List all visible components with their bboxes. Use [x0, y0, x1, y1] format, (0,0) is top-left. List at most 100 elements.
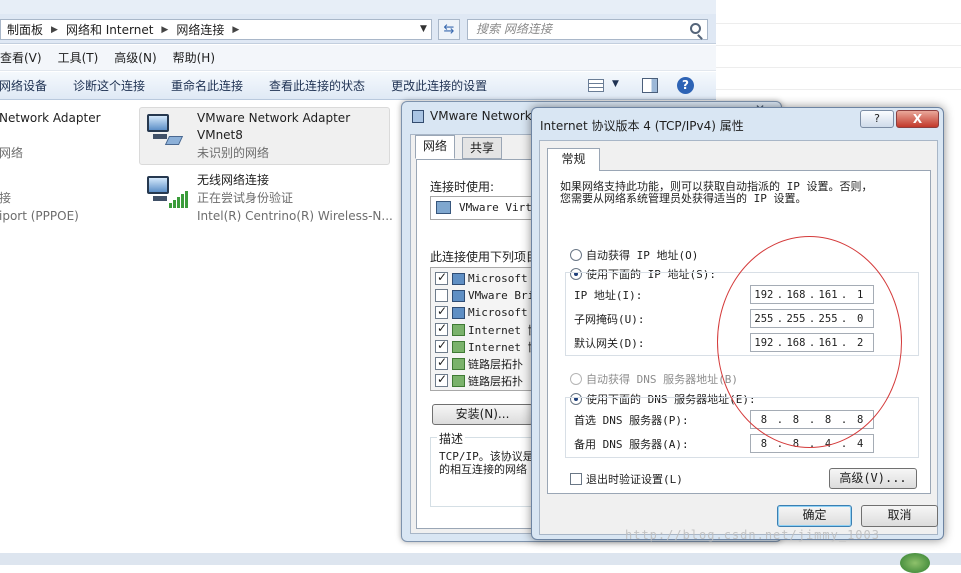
install-button[interactable]: 安装(N)...: [432, 404, 533, 425]
cmd-diagnose[interactable]: 诊断这个连接: [60, 77, 158, 94]
wireless-adapter-icon: [143, 174, 188, 210]
subnet-mask-input[interactable]: 255. 255. 255. 0: [750, 309, 874, 328]
menu-tools[interactable]: 工具(T): [50, 49, 107, 66]
auto-ip-radio[interactable]: 自动获得 IP 地址(O): [570, 247, 698, 263]
chevron-down-icon[interactable]: ▼: [420, 24, 427, 34]
ip-octet: 4: [856, 437, 864, 450]
ip-octet: 8: [824, 413, 832, 426]
checkbox[interactable]: [435, 372, 448, 387]
client-icon: [452, 306, 465, 319]
checkbox[interactable]: [435, 289, 448, 302]
tab-sharing[interactable]: 共享: [462, 137, 503, 159]
general-panel: 如果网络支持此功能，则可以获取自动指派的 IP 设置。否则， 您需要从网络系统管…: [547, 170, 931, 494]
checkbox[interactable]: [435, 304, 448, 319]
radio-button[interactable]: [570, 373, 582, 385]
ip-octet: 8: [792, 437, 800, 450]
breadcrumb[interactable]: 制面板 ▶ 网络和 Internet ▶ 网络连接 ▶: [0, 19, 432, 40]
gateway-label: 默认网关(D):: [574, 337, 645, 350]
view-options-icon[interactable]: [588, 79, 604, 92]
checkbox[interactable]: [435, 338, 448, 353]
ok-button[interactable]: 确定: [777, 505, 852, 527]
radio-label: 自动获得 DNS 服务器地址(B): [586, 373, 738, 386]
list-item[interactable]: Internet 协: [435, 321, 539, 338]
address-bar: 制面板 ▶ 网络和 Internet ▶ 网络连接 ▶ ▼ ⇆ 搜索 网络连接: [0, 14, 716, 44]
cmd-change-settings[interactable]: 更改此连接的设置: [378, 77, 500, 94]
preferred-dns-input[interactable]: 8. 8. 8. 8: [750, 410, 874, 429]
auto-dns-radio[interactable]: 自动获得 DNS 服务器地址(B): [570, 371, 738, 387]
gateway-input[interactable]: 192. 168. 161. 2: [750, 333, 874, 352]
list-item-label: Microsoft: [468, 272, 528, 285]
adapter-status: 正在尝试身份验证: [197, 191, 294, 205]
ip-octet: 161: [818, 288, 838, 301]
breadcrumb-network-internet[interactable]: 网络和 Internet: [62, 21, 157, 38]
search-icon[interactable]: [690, 23, 701, 34]
adapter-name: VMnet8: [197, 128, 243, 142]
preview-pane-icon[interactable]: [642, 78, 658, 93]
checkbox[interactable]: [435, 270, 448, 285]
network-adapter-icon: [143, 112, 184, 148]
tab-networking[interactable]: 网络: [415, 135, 456, 159]
validate-on-exit-checkbox[interactable]: 退出时验证设置(L): [570, 471, 683, 487]
menu-advanced[interactable]: 高级(N): [106, 49, 164, 66]
cancel-button[interactable]: 取消: [861, 505, 938, 527]
list-item-label: Internet 协: [468, 323, 539, 337]
checkbox[interactable]: [435, 321, 448, 336]
chevron-right-icon[interactable]: ▶: [228, 25, 243, 35]
ip-octet: 255: [818, 312, 838, 325]
breadcrumb-control-panel[interactable]: 制面板: [3, 21, 47, 38]
menu-view[interactable]: 查看(V): [0, 49, 50, 66]
ip-octet: 161: [818, 336, 838, 349]
search-input[interactable]: 搜索 网络连接: [467, 19, 708, 40]
dialog-body: 常规 如果网络支持此功能，则可以获取自动指派的 IP 设置。否则， 您需要从网络…: [539, 140, 938, 535]
connect-using-value: VMware Virtu: [459, 201, 539, 214]
list-item-label: 链路层拓扑: [468, 374, 523, 388]
ip-octet: 168: [786, 288, 806, 301]
close-button[interactable]: X: [896, 110, 939, 128]
cmd-view-status[interactable]: 查看此连接的状态: [256, 77, 378, 94]
menu-bar: 查看(V) 工具(T) 高级(N) 帮助(H): [0, 45, 716, 71]
list-item[interactable]: 链路层拓扑: [435, 355, 523, 372]
chevron-right-icon[interactable]: ▶: [47, 25, 62, 35]
protocol-icon: [452, 340, 465, 353]
cmd-disable-device[interactable]: 网络设备: [0, 77, 60, 94]
divider: [716, 89, 961, 90]
advanced-button[interactable]: 高级(V)...: [829, 468, 917, 489]
adapter-title[interactable]: Network Adapter: [0, 110, 101, 127]
ip-octet: 168: [786, 336, 806, 349]
list-item[interactable]: Microsoft: [435, 270, 528, 287]
radio-button[interactable]: [570, 249, 582, 261]
checkbox[interactable]: [570, 473, 582, 485]
tray-icon: [900, 553, 930, 573]
ip-address-input[interactable]: 192. 168. 161. 1: [750, 285, 874, 304]
ip-octet: 192: [754, 336, 774, 349]
divider: [716, 23, 961, 24]
intro-line: 您需要从网络系统管理员处获得适当的 IP 设置。: [560, 192, 807, 205]
cmd-rename[interactable]: 重命名此连接: [158, 77, 256, 94]
intro-text: 如果网络支持此功能，则可以获取自动指派的 IP 设置。否则， 您需要从网络系统管…: [560, 181, 873, 205]
search-placeholder: 搜索 网络连接: [476, 22, 552, 36]
adapter-title[interactable]: 无线网络连接: [197, 172, 269, 189]
help-icon[interactable]: ?: [677, 77, 694, 94]
chevron-down-icon[interactable]: ▼: [612, 79, 619, 89]
chevron-right-icon[interactable]: ▶: [157, 25, 172, 35]
adapter-title[interactable]: VMware Network Adapter: [197, 110, 350, 127]
list-item[interactable]: 链路层拓扑: [435, 372, 523, 389]
radio-label: 自动获得 IP 地址(O): [586, 249, 699, 262]
breadcrumb-network-connections[interactable]: 网络连接: [172, 21, 228, 38]
protocol-icon: [452, 323, 465, 336]
tab-general[interactable]: 常规: [547, 148, 600, 171]
adapter-device: Intel(R) Centrino(R) Wireless-N...: [197, 209, 393, 223]
help-button[interactable]: ?: [860, 110, 894, 128]
menu-help[interactable]: 帮助(H): [165, 49, 223, 66]
adapter-status: 网络: [0, 146, 24, 160]
divider: [716, 45, 961, 46]
list-item[interactable]: VMware Bri: [435, 287, 534, 304]
checkbox[interactable]: [435, 355, 448, 370]
refresh-button[interactable]: ⇆: [438, 19, 460, 40]
list-item[interactable]: Internet 协: [435, 338, 539, 355]
connect-using-label: 连接时使用:: [430, 180, 495, 194]
list-item[interactable]: Microsoft: [435, 304, 528, 321]
alternate-dns-input[interactable]: 8. 8. 4. 4: [750, 434, 874, 453]
help-icon: ?: [874, 112, 880, 125]
ip-octet: 8: [760, 437, 768, 450]
